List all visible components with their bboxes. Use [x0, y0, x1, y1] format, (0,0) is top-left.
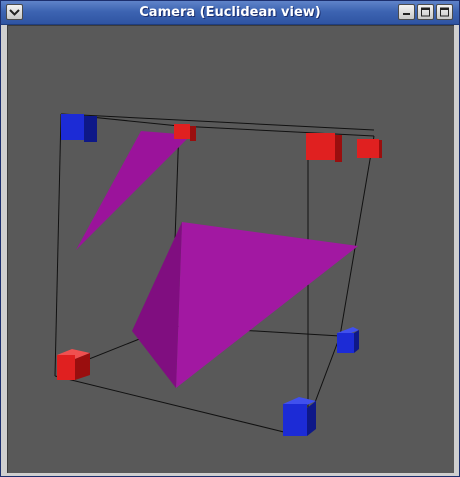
red-marker [174, 124, 196, 141]
large-plane-face [176, 222, 358, 388]
blue-marker [61, 114, 97, 142]
red-marker [357, 139, 382, 158]
maximize-icon [421, 7, 430, 17]
maximize-button[interactable] [417, 4, 434, 20]
cube-edge [178, 125, 375, 137]
window-title: Camera (Euclidean view) [139, 5, 321, 20]
blue-marker [283, 397, 316, 436]
close-icon [440, 7, 449, 17]
close-button[interactable] [436, 4, 453, 20]
title-bar[interactable]: Camera (Euclidean view) [1, 1, 459, 25]
chevron-down-icon [9, 9, 20, 16]
cube-edge [54, 113, 62, 377]
camera-window: Camera (Euclidean view) [0, 0, 460, 477]
opengl-canvas[interactable] [7, 25, 454, 473]
minimize-icon [403, 13, 410, 15]
small-plane [76, 131, 191, 250]
blue-marker [337, 327, 359, 353]
minimize-button[interactable] [398, 4, 415, 20]
window-menu-button[interactable] [6, 4, 23, 20]
large-plane-side [132, 222, 182, 388]
cube-edge [339, 135, 375, 337]
red-marker [57, 349, 90, 380]
red-marker [306, 133, 342, 162]
scene-viewport[interactable] [8, 26, 454, 473]
